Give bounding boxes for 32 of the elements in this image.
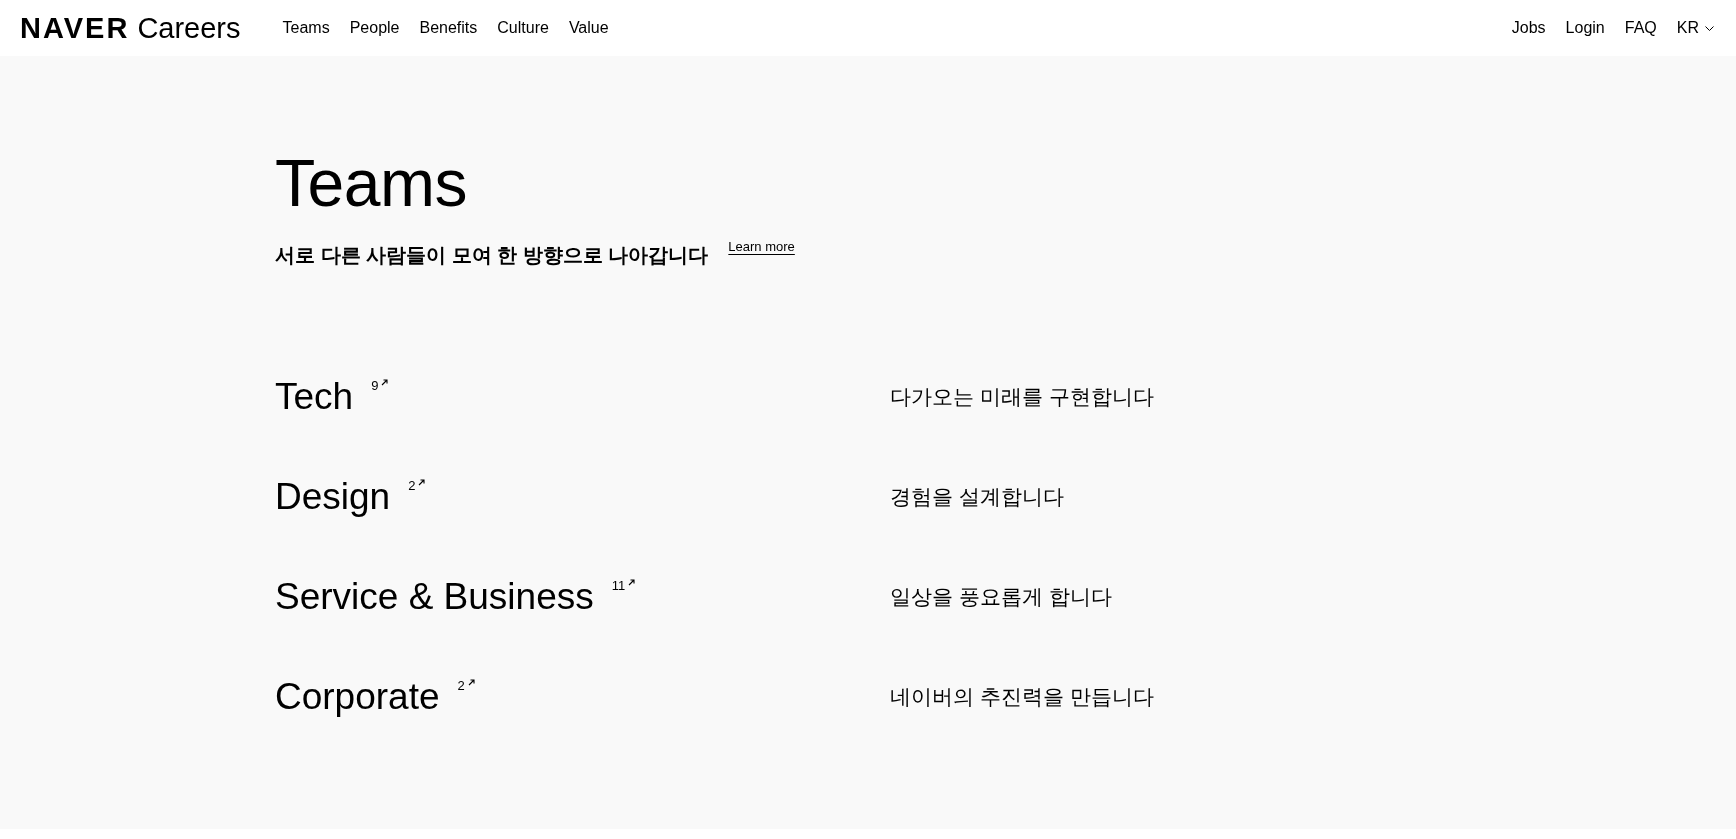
nav-link[interactable]: Benefits [419, 19, 478, 37]
team-description: 네이버의 추진력을 만듭니다 [890, 684, 1154, 710]
team-count: 11 [611, 578, 626, 592]
team-description: 경험을 설계합니다 [890, 484, 1064, 510]
team-count: 9 [371, 378, 379, 392]
chevron-down-icon [1705, 25, 1714, 31]
arrow-up-right-icon [381, 378, 389, 386]
nav-link[interactable]: People [349, 19, 400, 37]
team-description: 일상을 풍요롭게 합니다 [890, 584, 1112, 610]
logo-brand: NAVER [20, 11, 130, 45]
logo-link[interactable]: NAVER Careers [20, 11, 241, 45]
nav-link[interactable]: Value [568, 19, 609, 37]
page-subtitle: 서로 다른 사람들이 모여 한 방향으로 나아갑니다 [275, 243, 709, 267]
team-link[interactable]: Design [275, 476, 391, 518]
team-link[interactable]: Service & Business [275, 576, 594, 618]
language-button[interactable]: KR [1676, 19, 1714, 37]
team-count: 2 [457, 678, 465, 692]
arrow-up-right-icon [628, 578, 636, 586]
team-link[interactable]: Corporate [275, 676, 440, 718]
utility-link[interactable]: FAQ [1624, 19, 1657, 37]
logo-product: Careers [137, 11, 241, 45]
team-link[interactable]: Tech [275, 376, 354, 418]
page-title: Teams [275, 150, 467, 216]
utility-link[interactable]: Jobs [1511, 19, 1546, 37]
learn-more-link[interactable]: Learn more [728, 239, 795, 254]
team-count: 2 [408, 478, 416, 492]
nav-link[interactable]: Teams [282, 19, 330, 37]
utility-link[interactable]: Login [1565, 19, 1605, 37]
arrow-up-right-icon [418, 478, 426, 486]
team-description: 다가오는 미래를 구현합니다 [890, 384, 1154, 410]
nav-link[interactable]: Culture [497, 19, 549, 37]
arrow-up-right-icon [467, 678, 475, 686]
